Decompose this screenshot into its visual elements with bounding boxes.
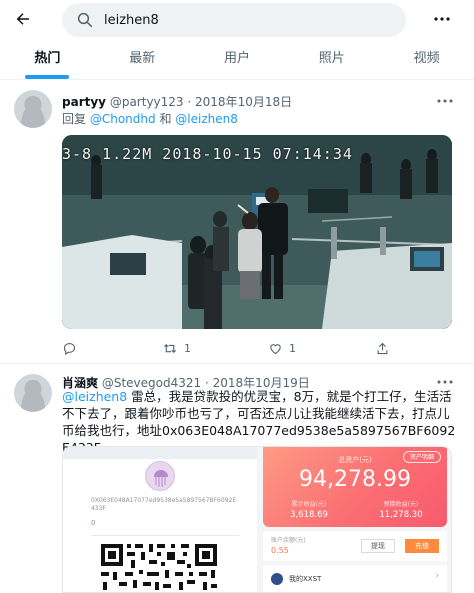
- more-horizontal-icon: [434, 17, 450, 21]
- like-button[interactable]: 1: [268, 338, 296, 358]
- heart-icon: [270, 343, 281, 354]
- tab-people[interactable]: 用户: [190, 40, 285, 79]
- withdraw-button[interactable]: 提现: [361, 539, 395, 553]
- separator-dot: ·: [187, 95, 192, 109]
- xxst-logo-icon: [271, 573, 283, 585]
- reply-button[interactable]: [62, 338, 83, 358]
- tab-top[interactable]: 热门: [0, 40, 95, 79]
- menu-item-xxst[interactable]: 我的XXST ›: [263, 565, 447, 592]
- tab-label: 照片: [318, 51, 345, 66]
- share-icon: [377, 342, 388, 354]
- menu-item-label: 我的XXST: [289, 575, 322, 583]
- tweet-photo[interactable]: 3-8 1.22M 2018-10-15 07:14:34: [62, 135, 452, 329]
- tweet-actions: 1 1: [62, 338, 452, 358]
- search-icon: [77, 12, 93, 28]
- cctv-image: [62, 135, 452, 329]
- recharge-button[interactable]: 充值: [405, 539, 439, 553]
- tab-photos[interactable]: 照片: [284, 40, 379, 79]
- cctv-timestamp: 3-8 1.22M 2018-10-15 07:14:34: [62, 145, 353, 163]
- tweet-photo[interactable]: 0X063E048A17077ed9538e5a5897567BF6092E43…: [62, 446, 452, 593]
- mention-link[interactable]: @leizhen8: [175, 112, 238, 126]
- expected-value: 11,278.30: [379, 510, 423, 520]
- assets-card: 总资产(元) 资产明细 94,278.99 累计收益(元) 3,618.69 预…: [263, 447, 447, 527]
- avatar[interactable]: [14, 90, 52, 128]
- wallet-panel: 0X063E048A17077ed9538e5a5897567BF6092E43…: [63, 447, 257, 592]
- chevron-right-icon: ›: [435, 571, 439, 581]
- active-tab-indicator: [25, 75, 70, 79]
- asset-detail-button[interactable]: 资产明细: [402, 451, 441, 463]
- more-options-button[interactable]: [430, 8, 454, 30]
- jellyfish-avatar: [145, 461, 175, 491]
- assets-panel: 总资产(元) 资产明细 94,278.99 累计收益(元) 3,618.69 预…: [257, 447, 451, 592]
- balance-row: 账户余额(元) 0.55 提现 充值: [263, 531, 447, 561]
- search-tabs: 热门 最新 用户 照片 视频: [0, 40, 474, 80]
- tweet[interactable]: 肖涵爽 @Stevegod4321 · 2018年10月19日 @leizhen…: [0, 364, 474, 593]
- cumulative-value: 3,618.69: [290, 510, 328, 520]
- arrow-left-icon: [16, 13, 29, 25]
- tweet-header: partyy @partyy123 · 2018年10月18日: [62, 93, 292, 110]
- divider: [91, 535, 239, 536]
- expected-earnings: 预期收益(元) 11,278.30: [355, 499, 447, 520]
- back-button[interactable]: [10, 8, 36, 30]
- tab-videos[interactable]: 视频: [379, 40, 474, 79]
- cumulative-earnings: 累计收益(元) 3,618.69: [263, 499, 355, 520]
- cumulative-label: 累计收益(元): [291, 501, 327, 508]
- expected-label: 预期收益(元): [383, 501, 419, 508]
- retweet-button[interactable]: 1: [162, 338, 191, 358]
- reply-icon: [63, 342, 76, 355]
- reply-context: 回复 @Chondhd 和 @leizhen8: [62, 110, 238, 127]
- more-horizontal-icon[interactable]: [435, 376, 455, 388]
- more-horizontal-icon[interactable]: [435, 95, 455, 107]
- reply-prefix: 回复: [62, 112, 87, 126]
- mention-link[interactable]: @leizhen8: [62, 389, 127, 404]
- panel-strip: [63, 447, 257, 459]
- balance-label: 账户余额(元): [271, 537, 306, 544]
- tweet[interactable]: partyy @partyy123 · 2018年10月18日 回复 @Chon…: [0, 80, 474, 364]
- reply-and: 和: [159, 112, 172, 126]
- retweet-icon: [163, 343, 177, 353]
- like-count: 1: [289, 341, 296, 355]
- total-assets-value: 94,278.99: [299, 467, 411, 492]
- tab-label: 热门: [34, 51, 61, 66]
- search-box[interactable]: [62, 3, 406, 37]
- tweet-date[interactable]: 2018年10月18日: [195, 95, 292, 109]
- jellyfish-icon: [154, 470, 168, 487]
- qr-code: [97, 540, 221, 592]
- share-button[interactable]: [375, 338, 396, 358]
- mention-link[interactable]: @Chondhd: [90, 112, 156, 126]
- display-name[interactable]: partyy: [62, 95, 106, 109]
- avatar[interactable]: [14, 374, 52, 412]
- wallet-balance: 0: [91, 519, 96, 527]
- tab-latest[interactable]: 最新: [95, 40, 190, 79]
- wallet-address: 0X063E048A17077ed9538e5a5897567BF6092E43…: [91, 497, 237, 512]
- tab-label: 最新: [129, 51, 156, 66]
- top-bar: [0, 0, 474, 40]
- balance-value: 0.55: [271, 546, 289, 555]
- tab-label: 用户: [223, 51, 250, 66]
- user-handle[interactable]: @partyy123: [110, 95, 184, 109]
- tab-label: 视频: [413, 51, 440, 66]
- retweet-count: 1: [184, 341, 191, 355]
- search-input[interactable]: [104, 3, 384, 37]
